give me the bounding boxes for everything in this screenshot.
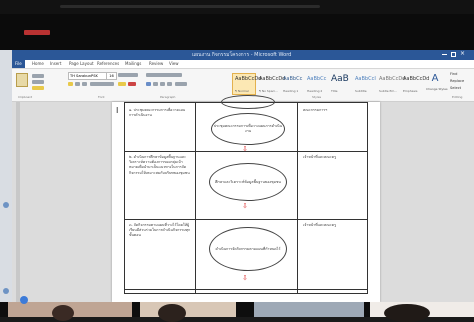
- document-area: I ๑. ประชุมคณะกรรมการเพื่อวางแผนการดำเนิ…: [12, 95, 474, 302]
- group-label-editing: Editing: [452, 95, 463, 99]
- mic-status-icon: [20, 296, 28, 304]
- justify-icon[interactable]: [167, 82, 172, 86]
- tab-home[interactable]: Home: [32, 61, 44, 66]
- flow-oval: ประชุมคณะกรรมการเพื่อวางแผนการดำเนินงาน: [211, 113, 285, 145]
- participant-head: [384, 304, 430, 322]
- group-label-styles: Styles: [312, 95, 322, 99]
- style-subtle-emphasis[interactable]: AaBbCcDd Subtle Em...: [376, 73, 405, 95]
- vertical-ruler: [16, 102, 20, 302]
- close-icon[interactable]: ×: [460, 50, 465, 57]
- group-label-font: Font: [98, 95, 105, 99]
- document-page[interactable]: I ๑. ประชุมคณะกรรมการเพื่อวางแผนการดำเนิ…: [112, 95, 380, 302]
- style-emphasis[interactable]: AaBbCcDd Emphasis: [400, 73, 429, 95]
- style-no-spacing[interactable]: AaBbCcDd ¶ No Spaci...: [256, 73, 285, 95]
- text-cursor-icon: I: [116, 106, 119, 115]
- participant-video[interactable]: [254, 302, 364, 317]
- font-size-select[interactable]: 16: [106, 72, 117, 80]
- font-name-select[interactable]: TH SarabunPSK: [68, 72, 107, 80]
- flow-arrow-icon: ⇩: [242, 202, 248, 210]
- group-label-clipboard: Clipboard: [18, 95, 33, 99]
- participant-video[interactable]: [370, 302, 474, 322]
- ribbon-tabs: File Home Insert Page Layout References …: [12, 60, 474, 69]
- font-color-icon[interactable]: [128, 82, 136, 86]
- participant-head: [158, 304, 186, 322]
- participant-strip: [0, 296, 474, 322]
- tab-page-layout[interactable]: Page Layout: [69, 61, 94, 66]
- rail-dot-icon[interactable]: [3, 202, 9, 208]
- participant-head: [52, 305, 74, 321]
- select-button[interactable]: Select: [450, 86, 461, 90]
- bold-icon[interactable]: [68, 82, 73, 86]
- table-cell-step: ๓. จัดกิจกรรมตามแผนที่วางไว้โดยให้ผู้เรี…: [129, 223, 191, 238]
- rail-dot-icon[interactable]: [3, 288, 9, 294]
- style-heading-2[interactable]: AaBbCc Heading 2: [304, 73, 328, 95]
- shading-borders-icon[interactable]: [175, 82, 187, 86]
- tab-review[interactable]: Review: [149, 61, 163, 66]
- align-center-icon[interactable]: [153, 82, 158, 86]
- tab-mailings[interactable]: Mailings: [125, 61, 141, 66]
- flow-oval: ดำเนินการจัดกิจกรรมตามแผนที่กำหนดไว้: [209, 227, 287, 271]
- flow-arrow-icon: ⇩: [242, 145, 248, 153]
- maximize-icon[interactable]: [451, 52, 456, 57]
- process-table: ๑. ประชุมคณะกรรมการเพื่อวางแผนการดำเนินง…: [124, 95, 368, 294]
- tab-file[interactable]: File: [12, 60, 25, 68]
- tab-references[interactable]: References: [97, 61, 119, 66]
- table-cell-owner: เจ้าหน้าที่และคณะครู: [303, 155, 337, 159]
- participant-video[interactable]: [8, 302, 132, 321]
- table-cell-step: ๑. ประชุมคณะกรรมการเพื่อวางแผนการดำเนินง…: [129, 108, 186, 118]
- minimize-icon[interactable]: [442, 54, 447, 55]
- format-painter-icon[interactable]: [32, 86, 44, 90]
- find-button[interactable]: Find: [450, 72, 457, 76]
- window-title: แผนงาน กิจกรรมโครงการ - Microsoft Word: [192, 52, 292, 58]
- cut-icon[interactable]: [32, 74, 44, 78]
- flow-arrow-icon: ⇩: [242, 274, 248, 282]
- style-normal[interactable]: AaBbCcDd ¶ Normal: [232, 73, 261, 95]
- meeting-left-rail: [0, 50, 12, 302]
- recording-indicator: [24, 30, 50, 35]
- style-heading-1[interactable]: AaBbCc Heading 1: [280, 73, 304, 95]
- meeting-top-strip: [0, 0, 474, 14]
- table-cell-step: ๒. ดำเนินการศึกษาข้อมูลพื้นฐานและวิเคราะ…: [129, 155, 190, 175]
- underline-icon[interactable]: [82, 82, 87, 86]
- tab-view[interactable]: View: [169, 61, 179, 66]
- strikethrough-subscript-icon[interactable]: [90, 82, 114, 86]
- table-cell-owner: เจ้าหน้าที่และคณะครู: [303, 223, 337, 227]
- paste-icon[interactable]: [16, 73, 28, 87]
- change-styles-icon[interactable]: A: [429, 73, 441, 85]
- flow-oval: ศึกษาและวิเคราะห์ข้อมูลพื้นฐานของชุมชน: [209, 163, 287, 201]
- word-window: แผนงาน กิจกรรมโครงการ - Microsoft Word ×…: [12, 50, 474, 302]
- change-styles-button[interactable]: Change Styles: [426, 87, 448, 91]
- tab-insert[interactable]: Insert: [50, 61, 61, 66]
- title-bar: แผนงาน กิจกรรมโครงการ - Microsoft Word ×: [12, 50, 474, 67]
- flow-oval: [221, 95, 275, 109]
- window-controls[interactable]: ×: [442, 50, 468, 58]
- italic-icon[interactable]: [75, 82, 80, 86]
- meeting-header-band: [0, 14, 474, 50]
- grow-shrink-font-icon[interactable]: [118, 73, 138, 77]
- table-cell-owner: คณะกรรมการฯ: [303, 108, 328, 112]
- style-title[interactable]: AaB Title: [328, 73, 352, 95]
- list-icons[interactable]: [146, 73, 182, 77]
- align-left-icon[interactable]: [146, 82, 151, 86]
- group-label-paragraph: Paragraph: [160, 95, 176, 99]
- style-subtitle[interactable]: AaBbCcI Subtitle: [352, 73, 376, 95]
- replace-button[interactable]: Replace: [450, 79, 464, 83]
- participant-video[interactable]: [140, 302, 236, 322]
- highlight-icon[interactable]: [118, 82, 126, 86]
- copy-icon[interactable]: [32, 80, 44, 84]
- align-right-icon[interactable]: [160, 82, 165, 86]
